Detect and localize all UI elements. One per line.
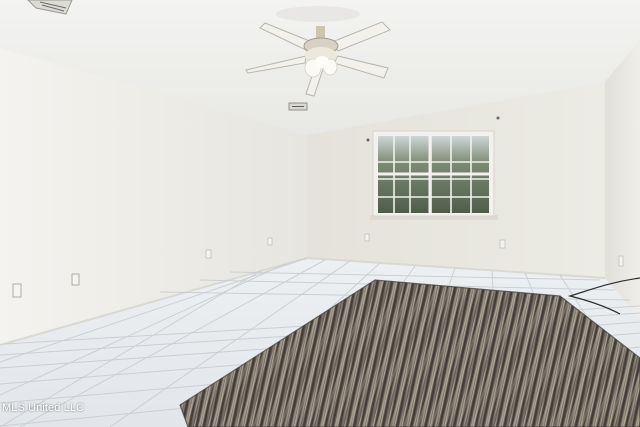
right-wall: [605, 40, 640, 318]
room-photo: [0, 0, 640, 427]
window: [370, 130, 498, 220]
wall-outlet: [364, 233, 370, 242]
wall-outlet: [618, 255, 624, 267]
watermark-text: MLS United LLC: [2, 402, 85, 414]
wall-outlet: [267, 237, 273, 246]
curtain-hook-left: [366, 138, 370, 142]
wall-outlet: [205, 249, 212, 259]
wall-outlet: [71, 273, 80, 286]
wall-outlet: [499, 239, 506, 249]
curtain-hook-right: [496, 116, 500, 120]
wall-outlet: [12, 283, 22, 298]
